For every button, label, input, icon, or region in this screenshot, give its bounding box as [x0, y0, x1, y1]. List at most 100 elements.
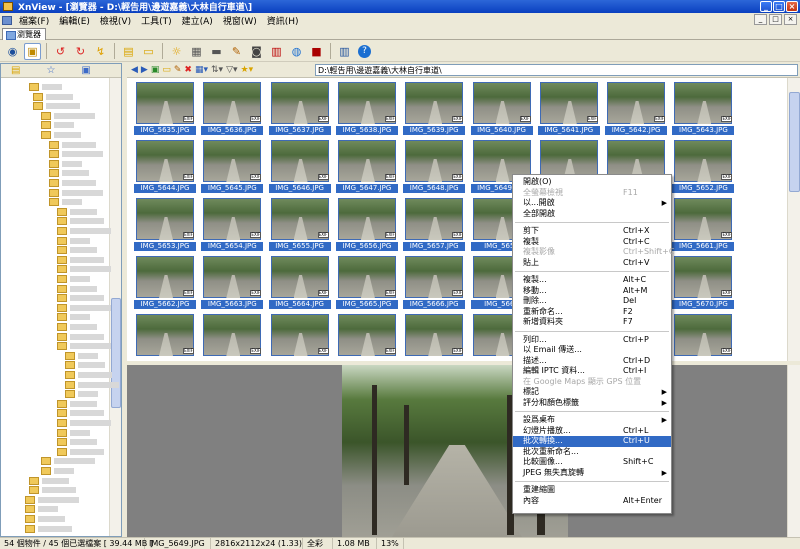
thumbnail[interactable]: EXIF IMG_5670.JPG: [671, 254, 735, 310]
pen-icon[interactable]: ✎: [174, 65, 182, 75]
context-menu-item[interactable]: 新增資料夾 F7: [513, 317, 671, 328]
minimize-button[interactable]: _: [760, 1, 772, 12]
thumbnail[interactable]: EXIF IMG_5652.JPG: [671, 138, 735, 194]
sort-icon[interactable]: ⇅▾: [211, 65, 223, 75]
menu-file[interactable]: 檔案(F): [14, 14, 54, 27]
context-menu-item[interactable]: 重建縮圖: [513, 485, 671, 496]
context-menu-item[interactable]: 以...開啟 ▶: [513, 198, 671, 209]
thumbnail[interactable]: EXIF IMG_5666.JPG: [402, 254, 466, 310]
folder-tree[interactable]: [1, 78, 121, 538]
menu-tools[interactable]: 工具(T): [136, 14, 177, 27]
thumbnail[interactable]: EXIF IMG_5644.JPG: [133, 138, 197, 194]
grid-scrollbar[interactable]: [787, 78, 800, 361]
preview-scrollbar[interactable]: [787, 365, 800, 537]
context-menu-item[interactable]: 複製... Alt+C: [513, 275, 671, 286]
filmstrip-icon[interactable]: ▥: [268, 43, 285, 60]
categories-icon[interactable]: ▣: [81, 65, 90, 76]
thumbnail[interactable]: EXIF IMG_5637.JPG: [268, 80, 332, 136]
maximize-button[interactable]: □: [773, 1, 785, 12]
thumbnail[interactable]: EXIF: [133, 312, 197, 361]
thumbnail[interactable]: EXIF IMG_5647.JPG: [335, 138, 399, 194]
close-button[interactable]: ×: [786, 1, 798, 12]
delete-icon[interactable]: ✖: [184, 65, 192, 75]
thumbnail[interactable]: EXIF IMG_5663.JPG: [200, 254, 264, 310]
context-menu-item[interactable]: 列印... Ctrl+P: [513, 335, 671, 346]
help-icon[interactable]: ?: [356, 43, 373, 60]
thumbnail[interactable]: EXIF IMG_5638.JPG: [335, 80, 399, 136]
context-menu-item[interactable]: 複製 Ctrl+C: [513, 237, 671, 248]
context-menu-item[interactable]: 以 Email 傳送...: [513, 345, 671, 356]
context-menu-item[interactable]: 比較圖像... Shift+C: [513, 457, 671, 468]
thumbnail[interactable]: EXIF IMG_5645.JPG: [200, 138, 264, 194]
thumbnail[interactable]: EXIF IMG_5643.JPG: [671, 80, 735, 136]
thumbnail[interactable]: EXIF: [402, 312, 466, 361]
folders-icon[interactable]: ▤: [11, 65, 20, 76]
context-menu-item[interactable]: 在 Google Maps 顯示 GPS 位置: [513, 377, 671, 388]
context-menu-item[interactable]: 標記 ▶: [513, 387, 671, 398]
thumbnail[interactable]: EXIF IMG_5656.JPG: [335, 196, 399, 252]
context-menu-item[interactable]: 批次轉換... Ctrl+U: [513, 436, 671, 447]
context-menu-item[interactable]: 全部開啟: [513, 209, 671, 220]
context-menu-item[interactable]: 全螢幕檢視 F11: [513, 188, 671, 199]
rotate-right-icon[interactable]: ↻: [72, 43, 89, 60]
context-menu-item[interactable]: 幻燈片播放... Ctrl+L: [513, 426, 671, 437]
folder-icon[interactable]: ▭: [140, 43, 157, 60]
context-menu-item[interactable]: 刪除... Del: [513, 296, 671, 307]
thumbnail[interactable]: EXIF IMG_5662.JPG: [133, 254, 197, 310]
thumbnail[interactable]: EXIF IMG_5664.JPG: [268, 254, 332, 310]
thumbnail[interactable]: EXIF IMG_5661.JPG: [671, 196, 735, 252]
eye-icon[interactable]: ◉: [4, 43, 21, 60]
thumbnail[interactable]: EXIF IMG_5642.JPG: [604, 80, 668, 136]
filter-icon[interactable]: ▽▾: [226, 65, 237, 75]
thumbnail[interactable]: EXIF IMG_5639.JPG: [402, 80, 466, 136]
rotate-left-icon[interactable]: ↺: [52, 43, 69, 60]
thumbnail[interactable]: EXIF IMG_5636.JPG: [200, 80, 264, 136]
mdi-close-button[interactable]: ×: [784, 14, 797, 25]
thumbnail[interactable]: EXIF: [268, 312, 332, 361]
thumbnail[interactable]: EXIF IMG_5654.JPG: [200, 196, 264, 252]
context-menu-item[interactable]: 內容 Alt+Enter: [513, 496, 671, 507]
menu-view[interactable]: 檢視(V): [95, 14, 136, 27]
context-menu-item[interactable]: 複製影像 Ctrl+Shift+C: [513, 247, 674, 258]
tab-browser[interactable]: 瀏覽器: [2, 28, 46, 40]
menu-window[interactable]: 視窗(W): [218, 14, 262, 27]
menu-help[interactable]: 資訊(H): [262, 14, 304, 27]
context-menu-item[interactable]: 移動... Alt+M: [513, 286, 671, 297]
context-menu-item[interactable]: 開啟(O): [513, 177, 671, 188]
forward-icon[interactable]: ▶: [141, 65, 148, 75]
mdi-restore-button[interactable]: □: [769, 14, 782, 25]
list-icon[interactable]: ▥: [336, 43, 353, 60]
sun-icon[interactable]: ☼: [168, 43, 185, 60]
thumbnail[interactable]: EXIF: [335, 312, 399, 361]
menu-create[interactable]: 建立(A): [177, 14, 218, 27]
context-menu-item[interactable]: 剪下 Ctrl+X: [513, 226, 671, 237]
open-icon[interactable]: ▤: [120, 43, 137, 60]
stop-icon[interactable]: ■: [308, 43, 325, 60]
thumbnail-grid[interactable]: EXIF IMG_5635.JPG EXIF IMG_5636.JPG EXIF IMG_…: [127, 78, 800, 361]
thumbnail[interactable]: EXIF IMG_5648.JPG: [402, 138, 466, 194]
context-menu-item[interactable]: JPEG 無失真旋轉 ▶: [513, 468, 671, 479]
refresh-icon[interactable]: ↯: [92, 43, 109, 60]
context-menu-item[interactable]: 貼上 Ctrl+V: [513, 258, 671, 269]
new-folder-icon[interactable]: ▭: [162, 65, 171, 75]
thumbnail[interactable]: EXIF IMG_5641.JPG: [537, 80, 601, 136]
context-menu-item[interactable]: 設爲桌布 ▶: [513, 415, 671, 426]
back-icon[interactable]: ◀: [131, 65, 138, 75]
scanner-icon[interactable]: ▬: [208, 43, 225, 60]
thumbnail[interactable]: EXIF IMG_5646.JPG: [268, 138, 332, 194]
web-icon[interactable]: ◍: [288, 43, 305, 60]
thumbnail[interactable]: EXIF IMG_5665.JPG: [335, 254, 399, 310]
thumbnail[interactable]: EXIF IMG_5655.JPG: [268, 196, 332, 252]
address-input[interactable]: [315, 64, 798, 76]
thumbnail[interactable]: EXIF IMG_5653.JPG: [133, 196, 197, 252]
context-menu-item[interactable]: 描述... Ctrl+D: [513, 356, 671, 367]
thumbnail[interactable]: EXIF: [671, 312, 735, 361]
mdi-minimize-button[interactable]: _: [754, 14, 767, 25]
image-icon[interactable]: ▣: [151, 65, 160, 75]
context-menu-item[interactable]: 評分和顏色標籤 ▶: [513, 398, 671, 409]
thumbnail[interactable]: EXIF IMG_5635.JPG: [133, 80, 197, 136]
context-menu-item[interactable]: 批次重新命名...: [513, 447, 671, 458]
print-icon[interactable]: ▦: [188, 43, 205, 60]
view-mode-icon[interactable]: ▦▾: [195, 65, 208, 75]
menu-edit[interactable]: 編輯(E): [54, 14, 95, 27]
